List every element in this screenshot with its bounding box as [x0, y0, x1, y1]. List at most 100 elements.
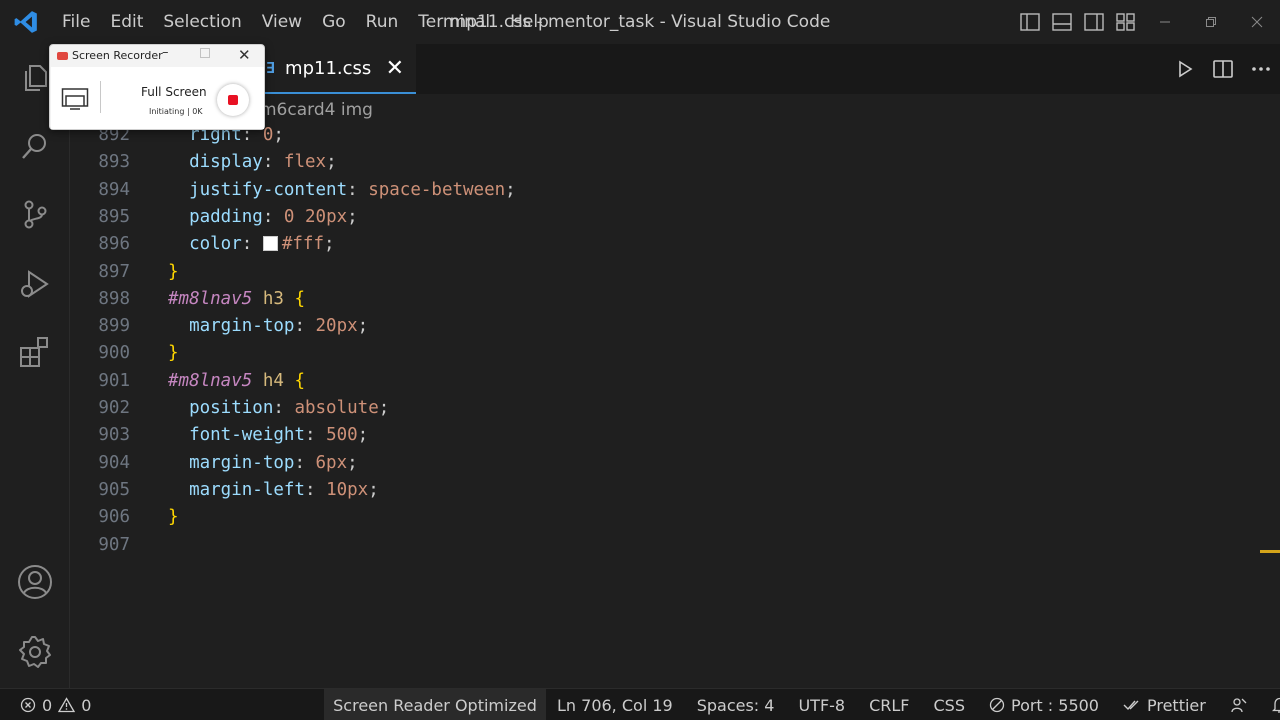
menu-item-edit[interactable]: Edit	[100, 0, 153, 44]
line-number: 895	[98, 206, 130, 227]
breadcrumb[interactable]: m6card4 img	[260, 98, 373, 122]
code-line[interactable]: 901 #m8lnav5 h4 {	[70, 368, 1280, 395]
colon: :	[347, 179, 369, 200]
indentation[interactable]: Spaces: 4	[697, 696, 787, 715]
code-line[interactable]: 895 padding: 0 20px;	[70, 204, 1280, 231]
run-debug-icon[interactable]	[0, 254, 70, 314]
settings-gear-icon[interactable]	[0, 622, 70, 682]
menu-bar: File Edit Selection View Go Run Terminal Help	[52, 0, 559, 44]
line-text: padding: 0 20px;	[168, 204, 358, 231]
css-value: 6px	[315, 452, 348, 473]
problems-indicator[interactable]: 0 0	[20, 689, 91, 720]
code-line[interactable]: 898 #m8lnav5 h3 {	[70, 286, 1280, 313]
source-control-icon[interactable]	[0, 184, 70, 244]
code-line[interactable]: 896 color: #fff;	[70, 231, 1280, 258]
more-actions-icon[interactable]	[1242, 44, 1280, 94]
menu-item-help[interactable]: Help	[500, 0, 559, 44]
semicolon: ;	[357, 425, 369, 446]
menu-item-run[interactable]: Run	[356, 0, 409, 44]
color-swatch[interactable]	[262, 236, 278, 252]
notifications-bell-icon[interactable]	[1271, 696, 1280, 714]
run-file-icon[interactable]	[1166, 44, 1204, 94]
screen-reader-mode-button[interactable]: Screen Reader Optimized	[324, 689, 546, 720]
css-value: space-between	[368, 179, 506, 200]
code-line[interactable]: 904 margin-top: 6px;	[70, 450, 1280, 477]
toggle-panel-icon[interactable]	[1046, 0, 1078, 44]
code-line[interactable]: 893 display: flex;	[70, 149, 1280, 176]
restore-window-icon[interactable]	[1188, 0, 1234, 44]
css-property: position	[189, 398, 274, 418]
toggle-secondary-sidebar-icon[interactable]	[1078, 0, 1110, 44]
css-file-icon: ∃	[266, 59, 276, 77]
recorder-state: Initiating | 0K	[149, 107, 203, 116]
prettier-label: Prettier	[1146, 695, 1206, 715]
activity-bar	[0, 44, 70, 688]
line-number: 902	[98, 398, 130, 418]
vscode-window: File Edit Selection View Go Run Terminal Help m…	[0, 0, 1280, 720]
cursor-position[interactable]: Ln 706, Col 19	[557, 696, 685, 715]
stop-icon	[228, 95, 238, 105]
recorder-close-icon[interactable]: ✕	[238, 46, 251, 64]
minimize-window-icon[interactable]	[1142, 0, 1188, 44]
line-number: 900	[98, 343, 130, 364]
extensions-icon[interactable]	[0, 322, 70, 382]
semicolon: ;	[326, 152, 337, 173]
close-brace: }	[168, 343, 179, 364]
line-text: margin-left: 10px;	[168, 477, 379, 504]
open-brace: {	[294, 288, 306, 309]
screen-recorder-window: Screen Recorder – ✕ Full Screen Initiati…	[49, 44, 265, 130]
id-selector: #m8lnav5	[168, 288, 253, 309]
code-line[interactable]: 894 justify-content: space-between;	[70, 177, 1280, 204]
menu-item-selection[interactable]: Selection	[153, 0, 251, 44]
recorder-minimize-icon[interactable]: –	[162, 45, 169, 60]
code-line[interactable]: 899 margin-top: 20px;	[70, 313, 1280, 340]
toggle-primary-sidebar-icon[interactable]	[1014, 0, 1046, 44]
split-editor-icon[interactable]	[1204, 44, 1242, 94]
record-stop-button[interactable]	[217, 84, 249, 116]
tab-mp11-css[interactable]: ∃ mp11.css ✕	[256, 44, 416, 94]
prettier-status[interactable]: Prettier	[1123, 696, 1218, 715]
title-bar: File Edit Selection View Go Run Terminal Help m…	[0, 0, 1280, 44]
end-of-line[interactable]: CRLF	[869, 696, 921, 715]
menu-item-terminal[interactable]: Terminal	[408, 0, 500, 44]
close-tab-icon[interactable]: ✕	[386, 56, 404, 81]
live-server-port[interactable]: Port : 5500	[989, 696, 1111, 715]
line-number: 901	[98, 370, 130, 391]
line-text: position: absolute;	[168, 395, 389, 422]
code-line[interactable]: 897}	[70, 259, 1280, 286]
semicolon: ;	[324, 234, 335, 255]
colon: :	[273, 398, 295, 418]
feedback-icon[interactable]	[1230, 696, 1260, 714]
file-encoding[interactable]: UTF-8	[798, 696, 857, 715]
menu-item-view[interactable]: View	[252, 0, 312, 44]
css-value: absolute	[294, 398, 379, 418]
language-mode[interactable]: CSS	[934, 696, 977, 715]
accounts-icon[interactable]	[0, 552, 70, 612]
recorder-maximize-icon[interactable]	[200, 48, 210, 58]
code-line[interactable]: 907	[70, 532, 1280, 559]
code-line[interactable]: 902 position: absolute;	[70, 395, 1280, 422]
code-line[interactable]: 906}	[70, 504, 1280, 531]
close-window-icon[interactable]	[1234, 0, 1280, 44]
line-number: 896	[98, 234, 130, 255]
menu-item-file[interactable]: File	[52, 0, 100, 44]
semicolon: ;	[347, 206, 358, 227]
code-line[interactable]: 905 margin-left: 10px;	[70, 477, 1280, 504]
code-line[interactable]: 900}	[70, 340, 1280, 367]
line-number: 905	[98, 479, 130, 500]
css-value: flex	[283, 152, 327, 173]
code-line[interactable]: 903 font-weight: 500;	[70, 422, 1280, 449]
tab-label: mp11.css	[285, 57, 372, 79]
colon: :	[304, 479, 327, 500]
customize-layout-icon[interactable]	[1110, 0, 1142, 44]
colon: :	[304, 425, 327, 446]
screen-mode-icon[interactable]	[61, 87, 89, 115]
line-number: 893	[98, 152, 130, 173]
line-text: margin-top: 20px;	[168, 313, 368, 340]
menu-item-go[interactable]: Go	[312, 0, 356, 44]
css-property: color	[189, 234, 242, 255]
